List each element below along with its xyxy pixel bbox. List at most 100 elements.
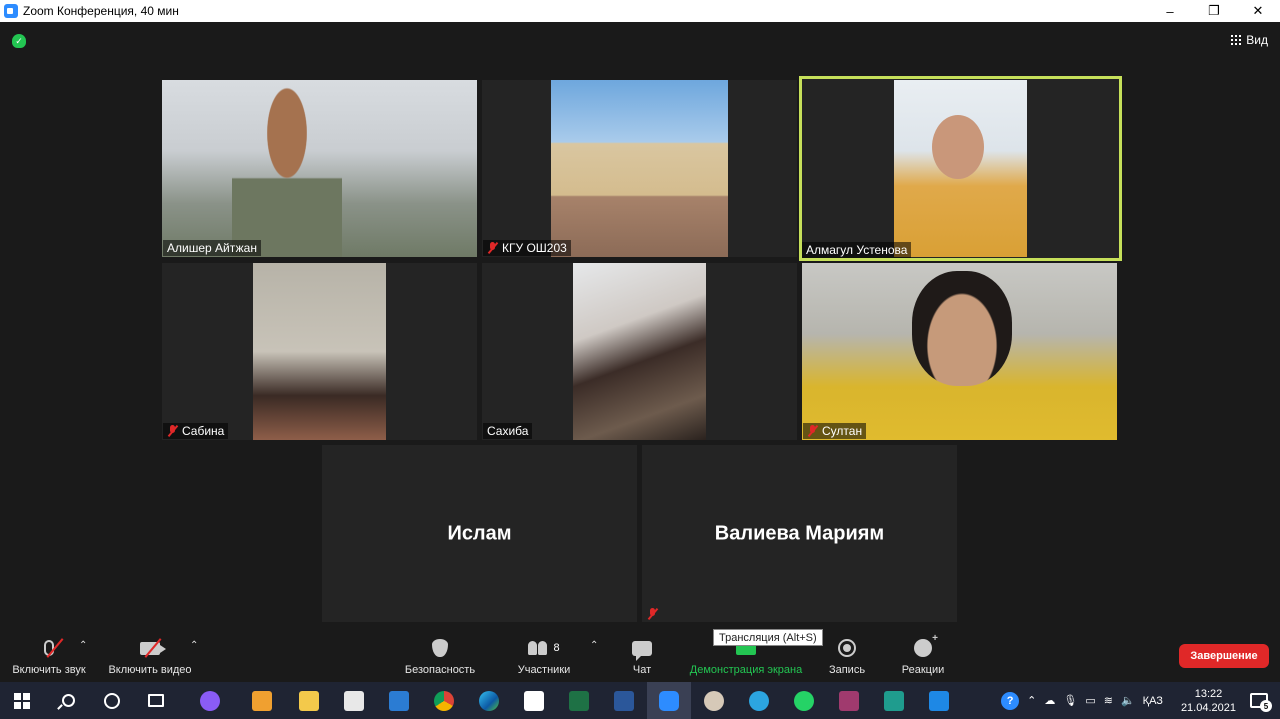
audio-options-caret-icon[interactable]: ⌃ [79,640,87,651]
paint-icon [704,690,724,711]
start-button[interactable] [0,682,44,719]
taskbar-zoom[interactable] [647,682,691,719]
task-view-icon [148,694,164,707]
video-tile-islam[interactable]: Ислам [322,445,637,622]
volume-icon[interactable]: 🔈 [1121,694,1135,707]
cortana-button[interactable] [90,682,134,719]
participants-label: Участники [517,664,571,676]
share-screen-label: Демонстрация экрана [689,664,803,676]
wifi-icon[interactable]: ≋ [1104,694,1113,707]
whatsapp-icon [794,690,814,711]
search-button[interactable] [46,682,90,719]
taskbar-store[interactable] [332,682,376,719]
system-tray: ? ⌃ ☁ 🎙 ▭ ≋ 🔈 ҚАЗ 13:22 21.04.2021 5 [997,682,1280,719]
end-meeting-button[interactable]: Завершение [1179,644,1269,668]
security-button[interactable]: Безопасность [404,636,476,676]
person-head [912,271,1012,386]
minimize-button[interactable]: – [1148,0,1192,22]
cloud-icon[interactable]: ☁ [1044,694,1055,707]
word-icon [614,690,634,711]
participant-video [253,263,386,440]
taskbar-excel[interactable] [557,682,601,719]
video-tile-sultan[interactable]: Султан [802,263,1117,440]
participant-name-label: Сахиба [483,423,533,439]
chevron-up-icon[interactable]: ⌃ [1027,694,1036,707]
participant-name-label: Алишер Айтжан [163,240,261,256]
muted-mic-icon [487,242,498,254]
telegram-icon [749,690,769,711]
security-label: Безопасность [404,664,476,676]
restore-button[interactable]: ❐ [1192,0,1236,22]
muted-mic-icon [167,425,178,437]
filmora-icon [884,690,904,711]
participant-name-label: Сабина [163,423,229,439]
taskbar-telegram[interactable] [737,682,781,719]
record-icon [838,639,856,657]
taskbar-word[interactable] [602,682,646,719]
language-indicator[interactable]: ҚАЗ [1143,695,1163,707]
muted-mic-icon [647,608,658,620]
encryption-shield-icon[interactable]: ✓ [12,34,26,48]
tooltip: Трансляция (Alt+S) [713,629,823,646]
video-tile-sahiba[interactable]: Сахиба [482,263,797,440]
video-options-caret-icon[interactable]: ⌃ [190,640,198,651]
video-tile-kgu[interactable]: КГУ ОШ203 [482,80,797,257]
battery-icon[interactable]: ▭ [1085,694,1095,707]
participants-options-caret-icon[interactable]: ⌃ [590,640,598,651]
grid-icon [1231,35,1242,45]
clock-time: 13:22 [1194,687,1223,700]
person-head [932,115,984,179]
taskbar-winrar[interactable] [827,682,871,719]
start-video-label: Включить видео [108,664,192,676]
windows-taskbar: ? ⌃ ☁ 🎙 ▭ ≋ 🔈 ҚАЗ 13:22 21.04.2021 5 [0,682,1280,719]
taskbar-edge[interactable] [467,682,511,719]
video-tile-sabina[interactable]: Сабина [162,263,477,440]
clock[interactable]: 13:22 21.04.2021 [1177,687,1240,715]
record-label: Запись [828,664,866,676]
video-tile-almagul-active-speaker[interactable]: Алмагул Устенова [799,76,1122,261]
video-tile-alisher[interactable]: Алишер Айтжан [162,80,477,257]
participant-name-label: КГУ ОШ203 [483,240,571,256]
taskbar-chrome[interactable] [422,682,466,719]
amazon-icon [524,690,544,711]
reactions-button[interactable]: Реакции [900,633,946,676]
microphone-tray-icon[interactable]: 🎙 [1063,694,1077,707]
taskbar-filmora[interactable] [872,682,916,719]
unmute-button[interactable]: Включить звук [10,636,88,676]
participants-button[interactable]: 8 Участники [516,636,572,676]
meeting-toolbar: Включить звук ⌃ Включить видео ⌃ Безопас… [0,632,1280,682]
participant-video [551,80,728,257]
title-bar: Zoom Конференция, 40 мин – ❐ ✕ [0,0,1280,22]
zoom-icon [659,690,679,711]
taskbar-amazon[interactable] [512,682,556,719]
view-button[interactable]: Вид [1231,33,1268,47]
taskbar-mail[interactable] [377,682,421,719]
unmute-label: Включить звук [12,664,86,676]
windows-logo-icon [14,692,30,709]
video-tile-valieva[interactable]: Валиева Мариям [642,445,957,622]
shield-icon [432,639,448,657]
participant-video [162,80,477,257]
notifications-icon[interactable]: 5 [1250,693,1272,712]
close-button[interactable]: ✕ [1236,0,1280,22]
taskbar-alice[interactable] [188,682,232,719]
taskbar-media-player[interactable] [240,682,284,719]
participants-count: 8 [553,642,560,654]
view-label: Вид [1246,33,1268,47]
participant-name: Валиева Мариям [714,522,885,544]
taskbar-file-explorer[interactable] [287,682,331,719]
help-icon[interactable]: ? [1001,691,1020,710]
taskbar-whatsapp[interactable] [782,682,826,719]
cortana-icon [104,692,120,709]
taskbar-paint[interactable] [692,682,736,719]
record-button[interactable]: Запись [827,636,867,676]
taskbar-media[interactable] [917,682,961,719]
participant-name-label: Алмагул Устенова [802,242,912,258]
meeting-top-bar: ✓ Вид [0,22,1280,62]
chat-button[interactable]: Чат [628,636,656,676]
zoom-app-icon [4,4,18,18]
clock-date: 21.04.2021 [1180,701,1236,714]
folder-icon [299,690,319,711]
start-video-button[interactable]: Включить видео [107,636,193,676]
task-view-button[interactable] [134,682,178,719]
